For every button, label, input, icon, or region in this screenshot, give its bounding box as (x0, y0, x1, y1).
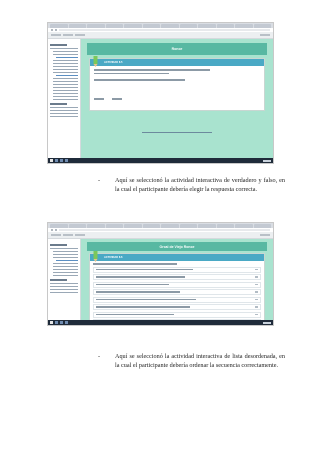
pencil-icon (93, 56, 98, 67)
url-field[interactable] (59, 229, 270, 231)
browser-icon[interactable] (60, 321, 63, 324)
folder-icon[interactable] (65, 321, 68, 324)
browser-icon[interactable] (60, 159, 63, 162)
screenshot-true-false-activity: Ronce ACTIVIDAD 8.5 (47, 22, 274, 164)
caption-text: Aquí se seleccionó la actividad interact… (115, 177, 285, 193)
content-area: Orcal de Viejo Ronce ACTIVIDAD 8.6 (81, 239, 273, 325)
footer-link[interactable] (81, 120, 273, 138)
activity-card-title: ACTIVIDAD 8.6 (104, 256, 123, 259)
list-item[interactable] (93, 274, 261, 280)
list-item[interactable] (93, 281, 261, 288)
start-icon[interactable] (50, 321, 53, 324)
clock (263, 159, 271, 162)
list-item[interactable] (93, 289, 261, 295)
caption-true-false: - Aquí se seleccionó la actividad intera… (98, 176, 285, 194)
search-icon[interactable] (55, 321, 58, 324)
list-item[interactable] (93, 296, 261, 303)
activity-card: ACTIVIDAD 8.6 (89, 251, 265, 325)
list-item[interactable] (93, 266, 261, 273)
menu-item[interactable] (51, 234, 61, 236)
os-taskbar (48, 320, 273, 325)
banner-title: Orcal de Viejo Ronce (159, 244, 195, 249)
menu-item[interactable] (51, 34, 61, 36)
screenshot-unordered-list-activity: Orcal de Viejo Ronce ACTIVIDAD 8.6 (47, 222, 274, 326)
start-icon[interactable] (50, 159, 53, 162)
caption-bullet: - (98, 353, 101, 360)
folder-icon[interactable] (65, 159, 68, 162)
activity-card-title: ACTIVIDAD 8.5 (104, 61, 123, 64)
app-menu-bar (48, 232, 273, 239)
menu-item[interactable] (75, 234, 85, 236)
search-icon[interactable] (55, 159, 58, 162)
caption-bullet: - (98, 177, 101, 184)
project-tree-sidebar (48, 239, 81, 320)
os-taskbar (48, 158, 273, 163)
back-icon[interactable] (51, 29, 53, 31)
clock (263, 321, 271, 324)
option-false[interactable] (112, 98, 122, 100)
menu-item[interactable] (75, 34, 85, 36)
url-field[interactable] (59, 29, 270, 31)
list-item[interactable] (93, 304, 261, 310)
app-menu-bar (48, 32, 273, 39)
content-area: Ronce ACTIVIDAD 8.5 (81, 39, 273, 158)
caption-text: Aquí se seleccionó la actividad interact… (115, 353, 285, 369)
reload-icon[interactable] (55, 229, 57, 231)
page-banner: Ronce (87, 43, 267, 55)
activity-card: ACTIVIDAD 8.5 (89, 56, 265, 111)
browser-tab-strip[interactable] (48, 223, 273, 228)
menu-item[interactable] (63, 34, 73, 36)
page-banner: Orcal de Viejo Ronce (87, 242, 267, 251)
activity-card-header: ACTIVIDAD 8.6 (90, 251, 264, 262)
option-true[interactable] (94, 98, 104, 100)
list-item[interactable] (93, 311, 261, 318)
reload-icon[interactable] (55, 29, 57, 31)
menu-item[interactable] (63, 234, 73, 236)
caption-unordered-list: - Aquí se seleccionó la actividad intera… (98, 352, 285, 370)
menu-item[interactable] (260, 34, 270, 36)
pencil-icon (93, 251, 98, 262)
project-tree-sidebar (48, 39, 81, 158)
browser-tab-strip[interactable] (48, 23, 273, 28)
banner-title: Ronce (171, 47, 183, 51)
menu-item[interactable] (260, 234, 270, 236)
activity-card-header: ACTIVIDAD 8.5 (90, 56, 264, 67)
back-icon[interactable] (51, 229, 53, 231)
